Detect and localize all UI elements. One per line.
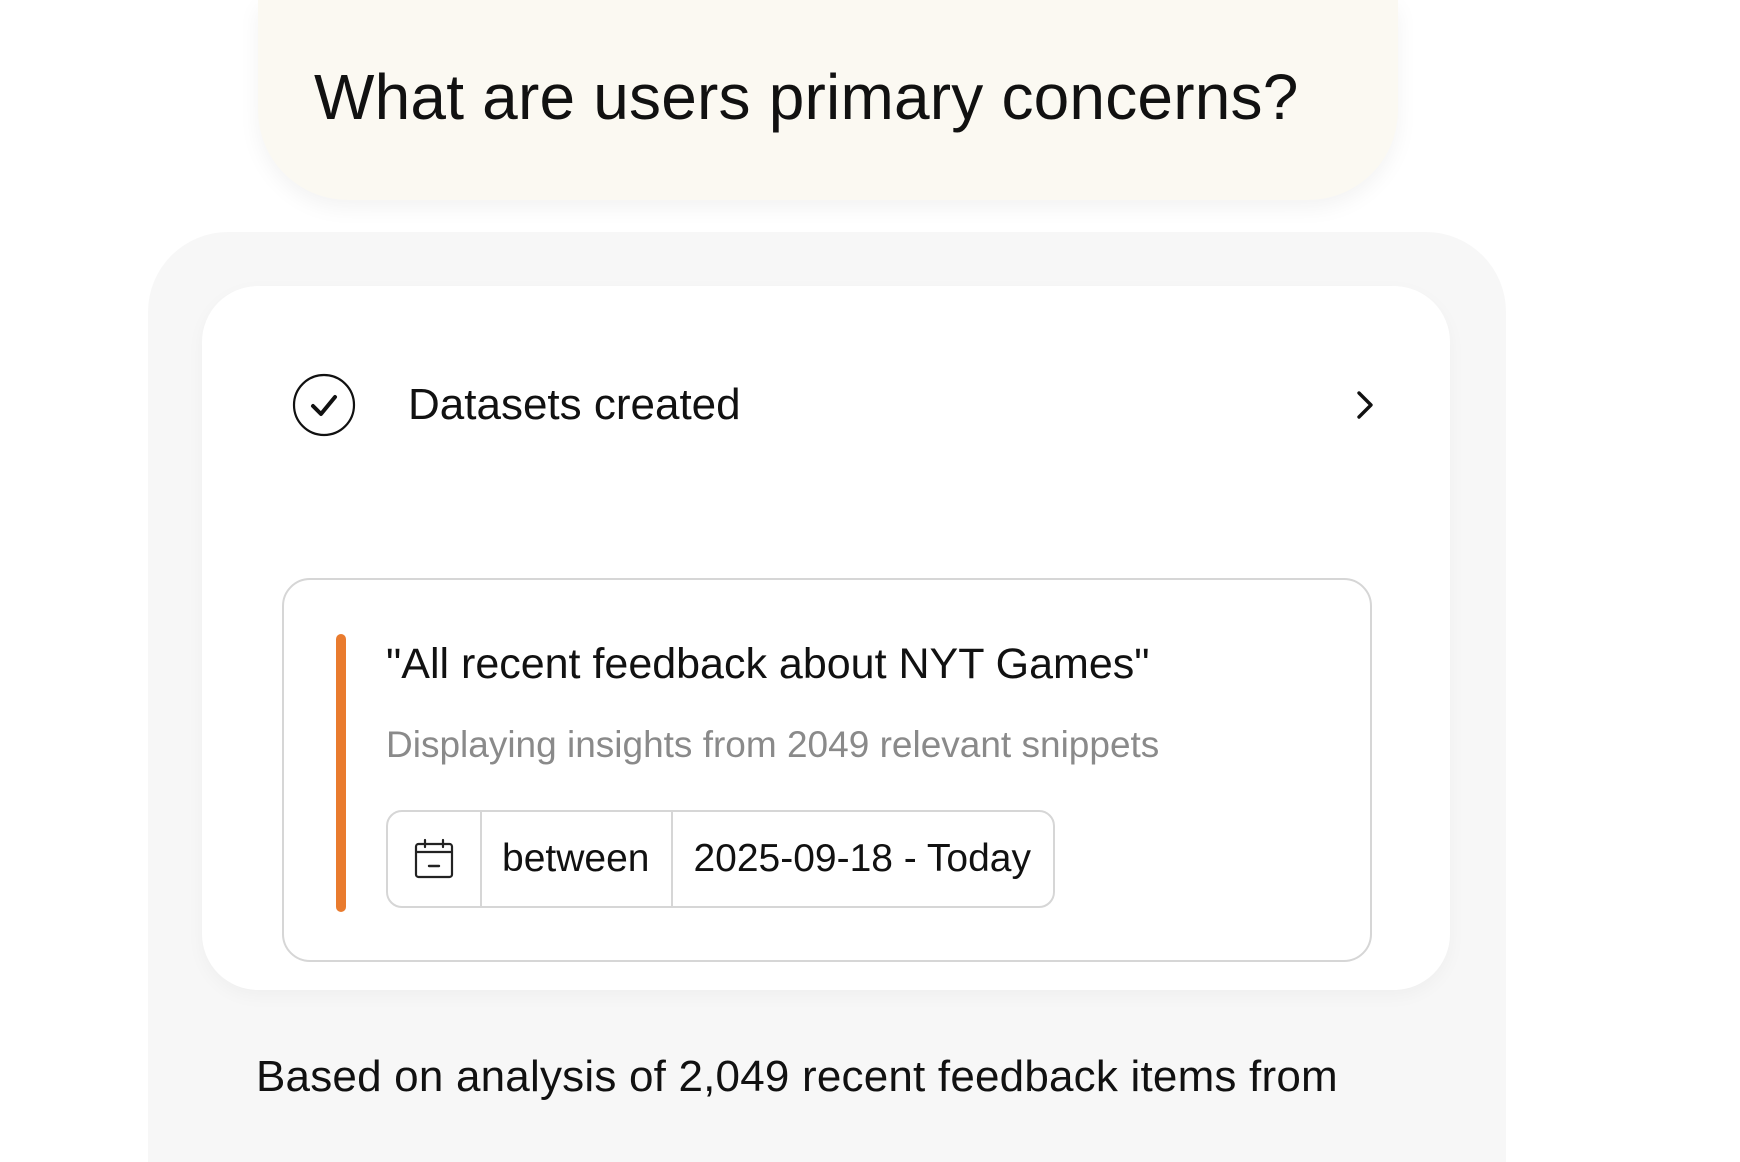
summary-text: Based on analysis of 2,049 recent feedba… — [256, 1052, 1338, 1101]
datasets-created-row[interactable]: Datasets created — [292, 372, 1374, 438]
filter-date-range: 2025-09-18 - Today — [693, 837, 1031, 880]
check-circle-icon — [292, 373, 356, 437]
chevron-right-icon[interactable] — [1348, 388, 1382, 422]
response-panel: Datasets created "All recent feedback ab… — [148, 232, 1506, 1162]
dataset-subtitle: Displaying insights from 2049 relevant s… — [386, 724, 1160, 765]
prompt-text: What are users primary concerns? — [314, 61, 1299, 133]
prompt-bubble: What are users primary concerns? — [258, 0, 1398, 200]
filter-icon-segment — [388, 812, 482, 906]
date-filter-chip[interactable]: between 2025-09-18 - Today — [386, 810, 1055, 908]
datasets-card: Datasets created "All recent feedback ab… — [202, 286, 1450, 990]
calendar-icon — [414, 838, 454, 879]
status-label: Datasets created — [408, 380, 741, 429]
filter-operator: between — [482, 812, 674, 906]
dataset-card[interactable]: "All recent feedback about NYT Games" Di… — [282, 578, 1372, 962]
dataset-title: "All recent feedback about NYT Games" — [386, 640, 1150, 688]
accent-bar — [336, 634, 346, 912]
